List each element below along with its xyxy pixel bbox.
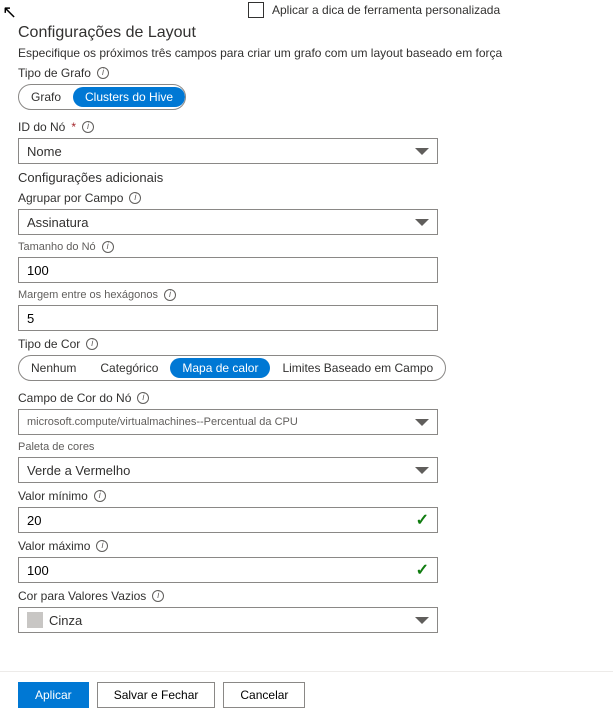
chevron-down-icon bbox=[415, 148, 429, 155]
min-value-label: Valor mínimo bbox=[18, 489, 88, 503]
palette-value: Verde a Vermelho bbox=[27, 463, 130, 478]
color-field-value: microsoft.compute/virtualmachines--Perce… bbox=[27, 416, 298, 428]
node-size-label: Tamanho do Nó bbox=[18, 241, 96, 253]
info-icon[interactable] bbox=[129, 192, 141, 204]
cancel-button[interactable]: Cancelar bbox=[223, 682, 305, 708]
min-value-input-wrap[interactable]: ✓ bbox=[18, 507, 438, 533]
color-type-option-heatmap[interactable]: Mapa de calor bbox=[170, 358, 270, 378]
min-value-input[interactable] bbox=[27, 513, 416, 528]
chevron-down-icon bbox=[415, 467, 429, 474]
hex-margin-label: Margem entre os hexágonos bbox=[18, 289, 158, 301]
palette-select[interactable]: Verde a Vermelho bbox=[18, 457, 438, 483]
info-icon[interactable] bbox=[96, 540, 108, 552]
color-type-segmented[interactable]: Nenhum Categórico Mapa de calor Limites … bbox=[18, 355, 446, 381]
color-type-option-field[interactable]: Limites Baseado em Campo bbox=[270, 358, 445, 378]
empty-color-value: Cinza bbox=[49, 613, 82, 628]
chevron-down-icon bbox=[415, 617, 429, 624]
info-icon[interactable] bbox=[82, 121, 94, 133]
color-field-select[interactable]: microsoft.compute/virtualmachines--Perce… bbox=[18, 409, 438, 435]
custom-tooltip-label: Aplicar a dica de ferramenta personaliza… bbox=[272, 3, 500, 17]
graph-type-option-hive[interactable]: Clusters do Hive bbox=[73, 87, 185, 107]
color-type-option-categorical[interactable]: Categórico bbox=[88, 358, 170, 378]
info-icon[interactable] bbox=[102, 241, 114, 253]
palette-label: Paleta de cores bbox=[18, 441, 94, 453]
group-by-label: Agrupar por Campo bbox=[18, 191, 123, 205]
hex-margin-input-wrap[interactable] bbox=[18, 305, 438, 331]
check-icon: ✓ bbox=[416, 510, 429, 530]
hex-margin-input[interactable] bbox=[27, 311, 429, 326]
color-type-label: Tipo de Cor bbox=[18, 337, 80, 351]
footer-divider bbox=[0, 671, 613, 672]
layout-settings-title: Configurações de Layout bbox=[18, 24, 595, 42]
max-value-input[interactable] bbox=[27, 563, 416, 578]
check-icon: ✓ bbox=[416, 560, 429, 580]
max-value-label: Valor máximo bbox=[18, 539, 90, 553]
info-icon[interactable] bbox=[137, 392, 149, 404]
apply-button[interactable]: Aplicar bbox=[18, 682, 89, 708]
group-by-select[interactable]: Assinatura bbox=[18, 209, 438, 235]
node-id-select[interactable]: Nome bbox=[18, 138, 438, 164]
additional-settings-title: Configurações adicionais bbox=[18, 170, 595, 185]
chevron-down-icon bbox=[415, 419, 429, 426]
node-size-input[interactable] bbox=[27, 263, 429, 278]
required-marker: * bbox=[71, 120, 76, 134]
graph-type-segmented[interactable]: Grafo Clusters do Hive bbox=[18, 84, 186, 110]
empty-color-select[interactable]: Cinza bbox=[18, 607, 438, 633]
graph-type-option-grafo[interactable]: Grafo bbox=[19, 87, 73, 107]
color-swatch-icon bbox=[27, 612, 43, 628]
info-icon[interactable] bbox=[152, 590, 164, 602]
custom-tooltip-checkbox[interactable] bbox=[248, 2, 264, 18]
chevron-down-icon bbox=[415, 219, 429, 226]
node-id-value: Nome bbox=[27, 144, 62, 159]
color-type-option-none[interactable]: Nenhum bbox=[19, 358, 88, 378]
max-value-input-wrap[interactable]: ✓ bbox=[18, 557, 438, 583]
save-close-button[interactable]: Salvar e Fechar bbox=[97, 682, 216, 708]
info-icon[interactable] bbox=[86, 338, 98, 350]
group-by-value: Assinatura bbox=[27, 215, 88, 230]
graph-type-label: Tipo de Grafo bbox=[18, 66, 91, 80]
node-size-input-wrap[interactable] bbox=[18, 257, 438, 283]
info-icon[interactable] bbox=[97, 67, 109, 79]
empty-color-label: Cor para Valores Vazios bbox=[18, 589, 146, 603]
info-icon[interactable] bbox=[164, 289, 176, 301]
info-icon[interactable] bbox=[94, 490, 106, 502]
color-field-label: Campo de Cor do Nó bbox=[18, 391, 131, 405]
layout-settings-hint: Especifique os próximos três campos para… bbox=[18, 46, 595, 60]
node-id-label: ID do Nó bbox=[18, 120, 65, 134]
